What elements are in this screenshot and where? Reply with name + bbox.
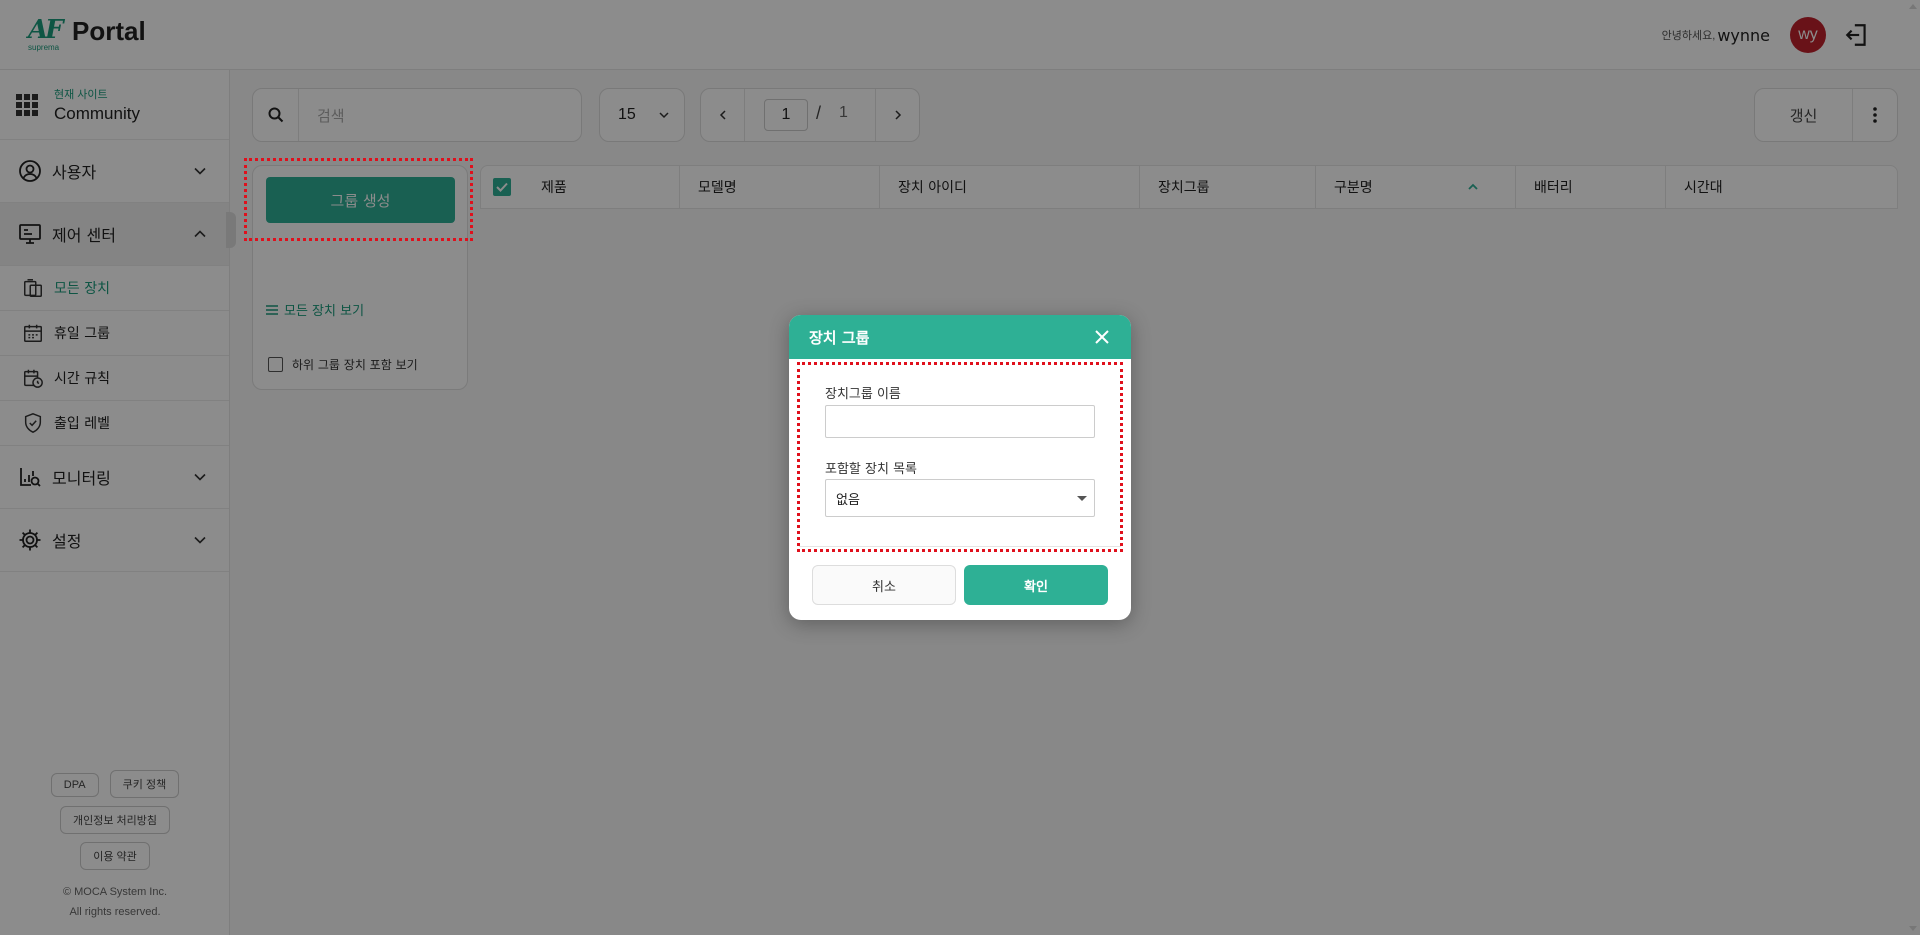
highlight-create-button	[244, 158, 473, 241]
cancel-button[interactable]: 취소	[812, 565, 956, 605]
device-group-dialog: 장치 그룹 장치그룹 이름 포함할 장치 목록 없음 취소 확인	[789, 315, 1131, 620]
highlight-dialog-fields	[797, 362, 1123, 552]
confirm-button[interactable]: 확인	[964, 565, 1108, 605]
scroll-up-icon[interactable]	[1908, 2, 1918, 10]
dialog-title: 장치 그룹	[809, 328, 870, 347]
dialog-header: 장치 그룹	[789, 315, 1131, 359]
close-icon[interactable]	[1093, 328, 1111, 346]
scroll-down-icon[interactable]	[1908, 925, 1918, 933]
